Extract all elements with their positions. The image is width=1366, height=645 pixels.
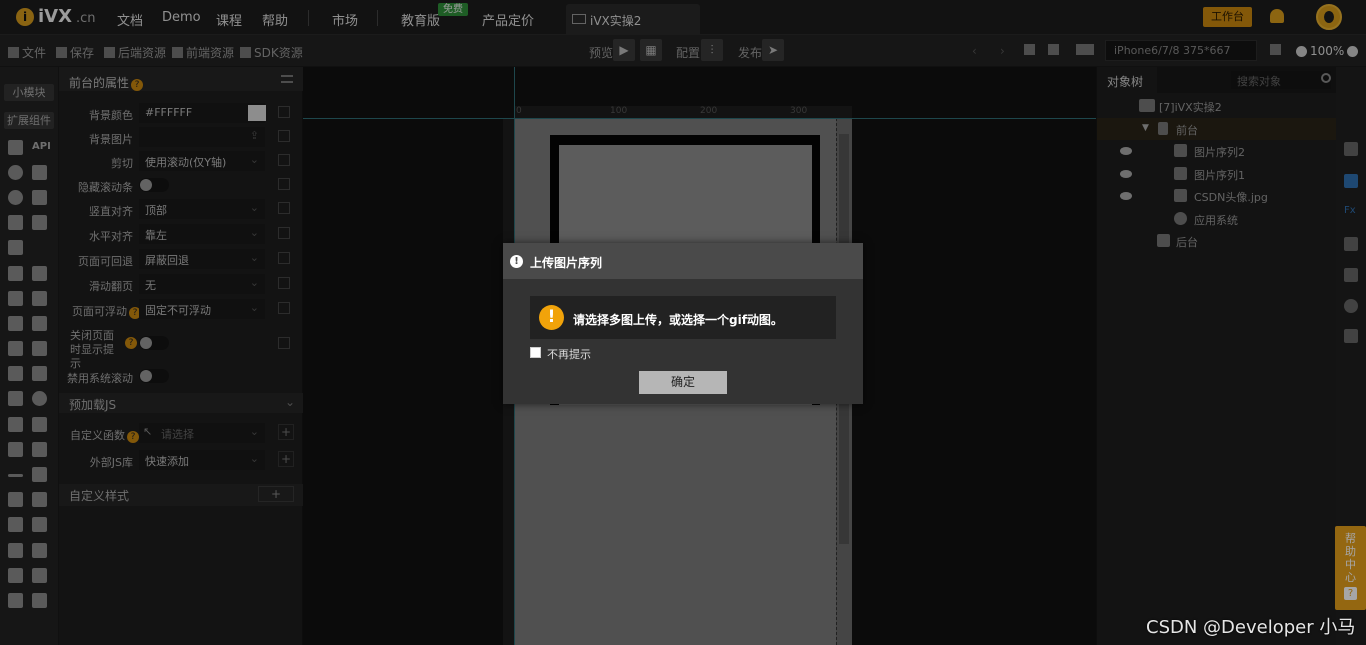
dialog-message: 请选择多图上传，或选择一个gif动图。 [573,313,783,327]
dialog-title: 上传图片序列 [530,256,603,270]
upload-image-sequence-dialog: ! 上传图片序列 ! 请选择多图上传，或选择一个gif动图。 不再提示 确定 [503,243,863,404]
alert-icon: ! [510,255,523,268]
warning-icon: ! [539,305,564,330]
dialog-message-box: ! 请选择多图上传，或选择一个gif动图。 [530,296,836,339]
ok-button[interactable]: 确定 [639,371,727,394]
watermark: CSDN @Developer 小马 [1146,617,1356,638]
dialog-header: ! 上传图片序列 [503,243,863,279]
dont-show-again-checkbox[interactable] [530,347,541,358]
dont-show-again-label[interactable]: 不再提示 [547,346,591,362]
